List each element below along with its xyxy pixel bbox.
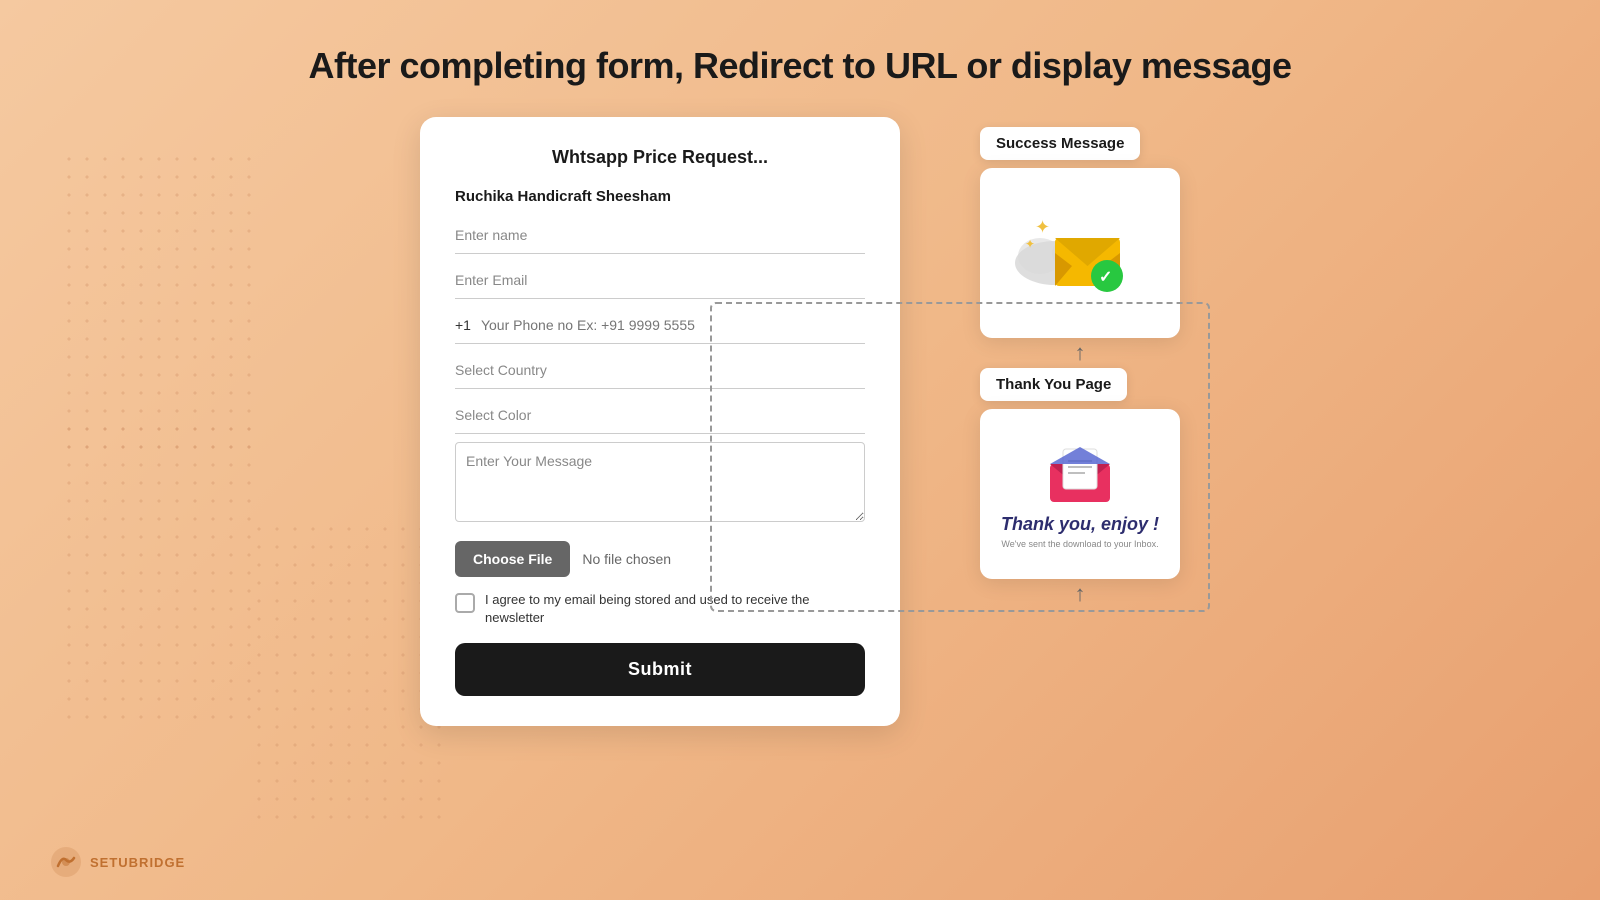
arrow-up-icon: ↑ bbox=[1075, 342, 1086, 364]
thankyou-subtitle: We've sent the download to your Inbox. bbox=[1001, 539, 1158, 549]
logo-area: SETUBRIDGE bbox=[50, 846, 185, 878]
form-card: Whtsapp Price Request... Ruchika Handicr… bbox=[420, 117, 900, 726]
form-title: Whtsapp Price Request... bbox=[455, 147, 865, 168]
name-input[interactable] bbox=[455, 217, 865, 254]
phone-prefix: +1 bbox=[455, 307, 471, 343]
success-illustration: ✦ ✦ ✓ bbox=[980, 168, 1180, 338]
submit-button[interactable]: Submit bbox=[455, 643, 865, 696]
thankyou-card: Thank you, enjoy ! We've sent the downlo… bbox=[980, 409, 1180, 579]
arrow-gap-1: ↑ bbox=[980, 338, 1180, 368]
color-select[interactable]: Select Color bbox=[455, 397, 865, 434]
thankyou-title: Thank you, enjoy ! bbox=[1001, 514, 1159, 535]
setubridge-logo-icon bbox=[50, 846, 82, 878]
checkbox-row: I agree to my email being stored and use… bbox=[455, 591, 865, 627]
arrow-up-icon-2: ↑ bbox=[1075, 583, 1086, 605]
success-svg: ✦ ✦ ✓ bbox=[1000, 188, 1160, 318]
arrow-gap-2: ↑ bbox=[980, 579, 1180, 609]
phone-row: +1 bbox=[455, 307, 865, 344]
flow-diagram: Success Message ✦ ✦ bbox=[980, 117, 1180, 609]
success-group: Success Message ✦ ✦ bbox=[980, 127, 1180, 338]
thankyou-envelope-svg bbox=[1045, 439, 1115, 504]
no-file-label: No file chosen bbox=[582, 551, 671, 567]
message-textarea[interactable] bbox=[455, 442, 865, 522]
thankyou-label-bubble: Thank You Page bbox=[980, 368, 1127, 401]
svg-text:✦: ✦ bbox=[1025, 237, 1035, 251]
agree-checkbox[interactable] bbox=[455, 593, 475, 613]
page-title: After completing form, Redirect to URL o… bbox=[0, 0, 1600, 117]
svg-text:✦: ✦ bbox=[1035, 217, 1050, 237]
phone-input[interactable] bbox=[481, 307, 865, 343]
success-label-bubble: Success Message bbox=[980, 127, 1140, 160]
thankyou-card-inner: Thank you, enjoy ! We've sent the downlo… bbox=[980, 409, 1180, 579]
file-upload-row: Choose File No file chosen bbox=[455, 541, 865, 577]
svg-text:✓: ✓ bbox=[1099, 269, 1112, 286]
choose-file-button[interactable]: Choose File bbox=[455, 541, 570, 577]
thankyou-group: Thank You Page bbox=[980, 368, 1180, 579]
success-card: ✦ ✦ ✓ bbox=[980, 168, 1180, 338]
email-input[interactable] bbox=[455, 262, 865, 299]
checkbox-label: I agree to my email being stored and use… bbox=[485, 591, 865, 627]
decorative-dots-left2 bbox=[60, 420, 260, 720]
logo-text: SETUBRIDGE bbox=[90, 855, 185, 870]
form-subtitle: Ruchika Handicraft Sheesham bbox=[455, 188, 865, 205]
decorative-dots-left bbox=[60, 150, 260, 450]
country-select[interactable]: Select Country bbox=[455, 352, 865, 389]
